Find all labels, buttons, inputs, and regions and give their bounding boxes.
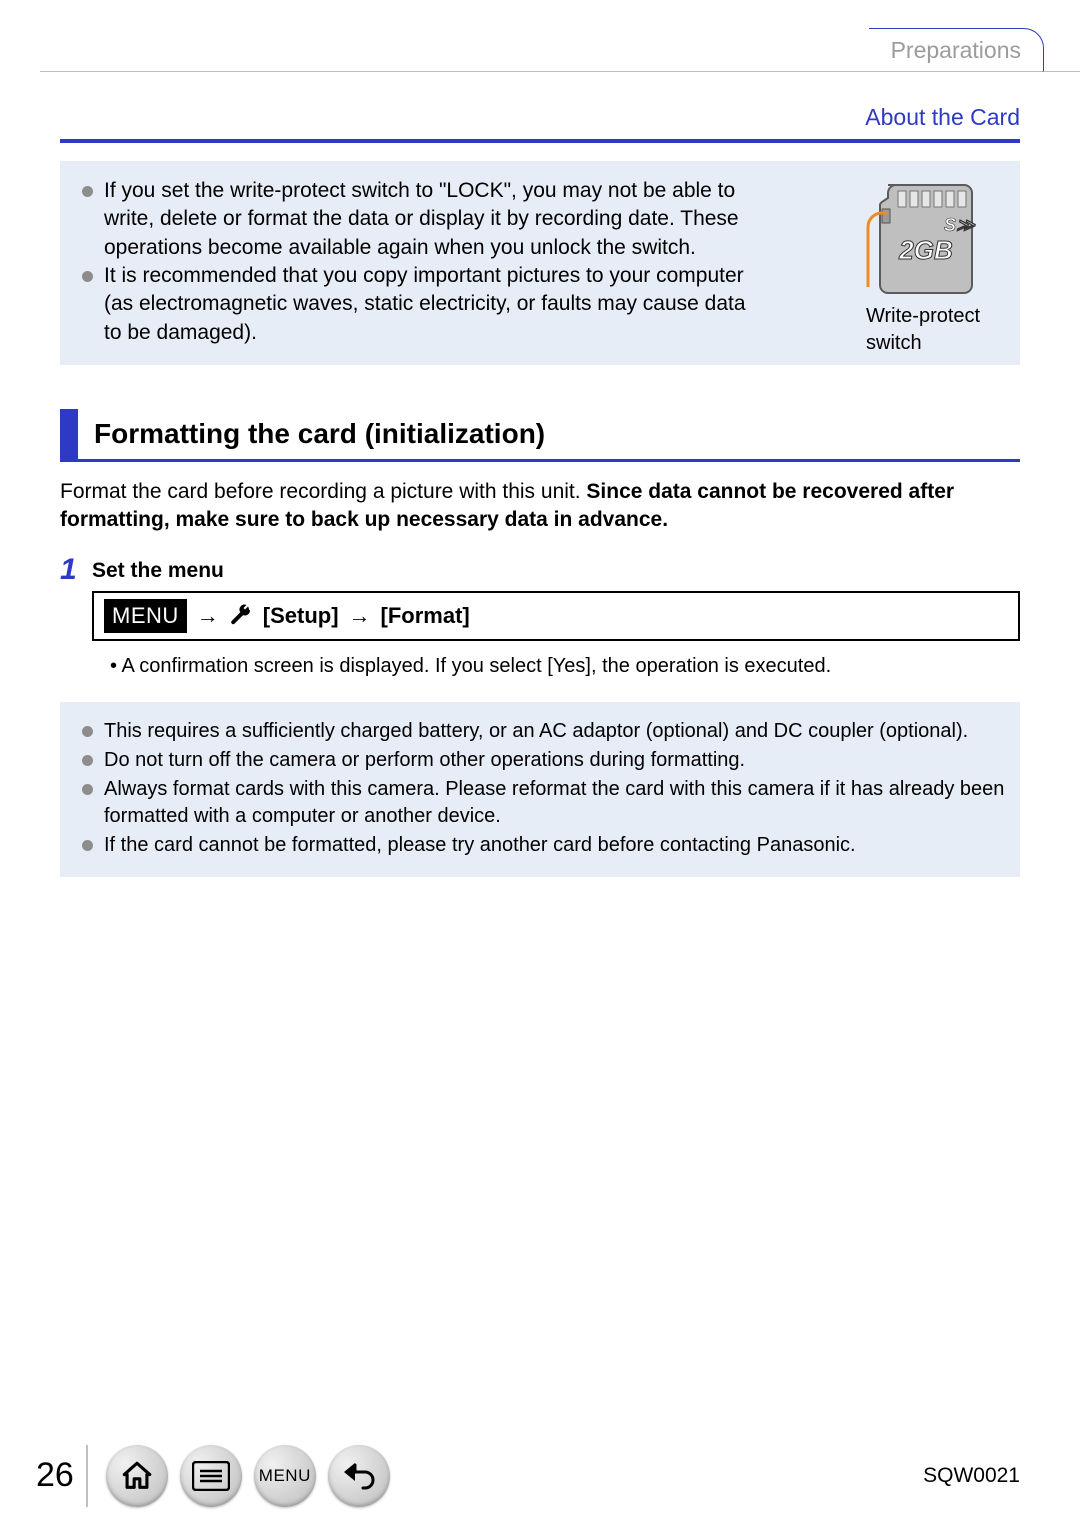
- home-button[interactable]: [106, 1445, 168, 1507]
- sd-card-icon: S≫ 2GB: [866, 179, 986, 299]
- info-box-format: This requires a sufficiently charged bat…: [60, 702, 1020, 877]
- info-item: If you set the write-protect switch to "…: [82, 177, 752, 262]
- wrench-icon: [229, 604, 253, 628]
- back-button[interactable]: [328, 1445, 390, 1507]
- sd-caption: Write-protect switch: [866, 303, 1006, 357]
- footer: 26 MENU SQW0021: [0, 1445, 1080, 1507]
- svg-text:S≫: S≫: [944, 215, 976, 235]
- arrow-icon: →: [349, 601, 371, 631]
- back-icon: [341, 1461, 377, 1491]
- menu-path: MENU → [Setup] → [Format]: [92, 591, 1020, 641]
- breadcrumb: Preparations: [869, 28, 1044, 72]
- section-intro: Format the card before recording a pictu…: [60, 478, 1020, 535]
- document-code: SQW0021: [923, 1462, 1020, 1490]
- menu-chip: MENU: [104, 599, 187, 633]
- info-item: This requires a sufficiently charged bat…: [82, 718, 1006, 745]
- info-item: Always format cards with this camera. Pl…: [82, 776, 1006, 830]
- separator: [86, 1445, 88, 1507]
- chapter-link[interactable]: About the Card: [60, 102, 1020, 133]
- info-item: Do not turn off the camera or perform ot…: [82, 747, 1006, 774]
- menu-path-format: [Format]: [381, 601, 470, 631]
- step-subnote: A confirmation screen is displayed. If y…: [110, 653, 1020, 680]
- menu-label: MENU: [259, 1465, 311, 1488]
- header-bar: Preparations: [40, 0, 1080, 72]
- svg-text:2GB: 2GB: [898, 235, 952, 265]
- chapter-rule: [60, 139, 1020, 143]
- info-item: If the card cannot be formatted, please …: [82, 832, 1006, 859]
- home-icon: [120, 1459, 154, 1493]
- arrow-icon: →: [197, 601, 219, 631]
- list-icon: [192, 1461, 230, 1491]
- step: 1 Set the menu MENU → [Setup] → [Format]…: [60, 557, 1020, 680]
- menu-button[interactable]: MENU: [254, 1445, 316, 1507]
- page-number: 26: [36, 1453, 74, 1499]
- section-heading: Formatting the card (initialization): [60, 409, 1020, 462]
- step-number: 1: [60, 555, 92, 680]
- info-box-card: If you set the write-protect switch to "…: [60, 161, 1020, 365]
- contents-button[interactable]: [180, 1445, 242, 1507]
- step-title: Set the menu: [92, 557, 1020, 585]
- menu-path-setup: [Setup]: [263, 601, 339, 631]
- section-title: Formatting the card (initialization): [78, 409, 545, 459]
- info-item: It is recommended that you copy importan…: [82, 262, 752, 347]
